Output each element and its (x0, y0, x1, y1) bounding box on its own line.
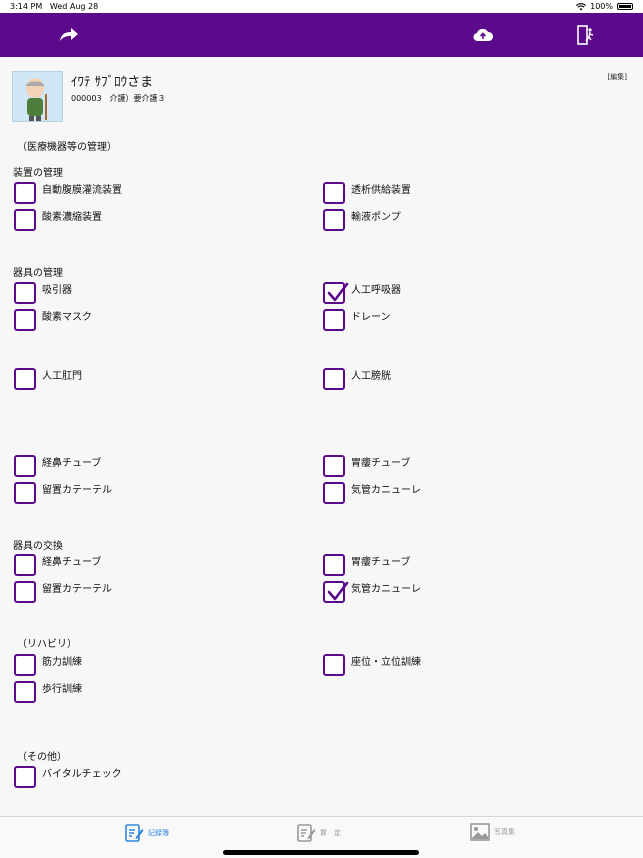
label-catheter-exchange: 留置カテーテル (42, 584, 112, 595)
label-dialysis: 透析供給装置 (351, 185, 411, 196)
checkbox-vital-check[interactable] (14, 766, 36, 788)
checkbox-dialysis[interactable] (323, 182, 345, 204)
assessment-icon (297, 824, 316, 842)
label-vital-check: バイタルチェック (42, 769, 122, 780)
checkbox-suction[interactable] (14, 282, 36, 304)
checkbox-stoma[interactable] (14, 368, 36, 390)
label-artificial-bladder: 人工膀胱 (351, 371, 391, 382)
checkbox-gastrostomy-mgmt[interactable] (323, 455, 345, 477)
status-time: 3:14 PM Wed Aug 28 (10, 2, 99, 11)
label-catheter-mgmt: 留置カテーテル (42, 485, 112, 496)
group-instrument-exchange: 器具の交換 (13, 541, 63, 552)
tab-records-label: 記録簿 (148, 829, 169, 837)
tab-records[interactable]: 記録簿 (124, 823, 169, 843)
checkbox-sitting-standing[interactable] (323, 654, 345, 676)
nav-bar (0, 13, 643, 57)
tab-photos-label: 写真集 (494, 828, 515, 836)
tab-assessment-label: 算 定 (320, 829, 341, 837)
checkbox-catheter-exchange[interactable] (14, 581, 36, 603)
group-instrument-management: 器具の管理 (13, 268, 63, 279)
label-nasogastric-exchange: 経鼻チューブ (42, 557, 102, 568)
tab-assessment[interactable]: 算 定 (296, 823, 341, 843)
label-ventilator: 人工呼吸器 (351, 285, 401, 296)
group-other: （その他） (17, 752, 67, 763)
checkmark-icon (327, 282, 349, 302)
label-walking-training: 歩行訓練 (42, 684, 82, 695)
checkbox-muscle-training[interactable] (14, 654, 36, 676)
status-right: 100% (576, 2, 633, 11)
checkbox-tracheal-mgmt[interactable] (323, 482, 345, 504)
status-bar: 3:14 PM Wed Aug 28 100% (0, 0, 643, 13)
tab-photos[interactable]: 写真集 (470, 823, 515, 841)
records-icon (125, 824, 144, 842)
checkmark-icon (327, 581, 349, 601)
label-oxygen-mask: 酸素マスク (42, 312, 92, 323)
label-stoma: 人工肛門 (42, 371, 82, 382)
photo-icon (470, 823, 490, 841)
checkbox-drain[interactable] (323, 309, 345, 331)
checkbox-gastrostomy-exchange[interactable] (323, 554, 345, 576)
section-title: （医療機器等の管理） (17, 142, 117, 153)
label-gastrostomy-exchange: 胃瘻チューブ (351, 557, 411, 568)
checkbox-oxygen-concentrator[interactable] (14, 209, 36, 231)
exit-door-icon[interactable] (575, 24, 597, 46)
label-tracheal-mgmt: 気管カニューレ (351, 485, 421, 496)
label-sitting-standing: 座位・立位訓練 (351, 657, 421, 668)
checkbox-ventilator[interactable] (323, 282, 349, 304)
checkbox-peritoneal[interactable] (14, 182, 36, 204)
cloud-upload-icon[interactable] (472, 24, 494, 46)
label-gastrostomy-mgmt: 胃瘻チューブ (351, 458, 411, 469)
checkbox-walking-training[interactable] (14, 681, 36, 703)
wifi-icon (576, 2, 587, 10)
battery-percent: 100% (590, 2, 613, 11)
checkbox-tracheal-exchange[interactable] (323, 581, 349, 603)
label-nasogastric-mgmt: 経鼻チューブ (42, 458, 102, 469)
checkbox-infusion-pump[interactable] (323, 209, 345, 231)
battery-icon (617, 3, 633, 10)
home-indicator (223, 850, 419, 855)
checkbox-nasogastric-exchange[interactable] (14, 554, 36, 576)
edit-button[interactable]: [編集] (608, 72, 627, 82)
checkbox-artificial-bladder[interactable] (323, 368, 345, 390)
avatar (12, 71, 63, 122)
label-suction: 吸引器 (42, 285, 72, 296)
label-drain: ドレーン (351, 312, 391, 323)
label-oxygen-concentrator: 酸素濃縮装置 (42, 212, 102, 223)
checkbox-oxygen-mask[interactable] (14, 309, 36, 331)
label-peritoneal: 自動腹膜灌流装置 (42, 185, 122, 196)
label-muscle-training: 筋力訓練 (42, 657, 82, 668)
label-tracheal-exchange: 気管カニューレ (351, 584, 421, 595)
group-device-management: 装置の管理 (13, 168, 63, 179)
share-arrow-icon[interactable] (58, 24, 80, 46)
patient-care-level: 000003 介護）要介護３ (71, 94, 166, 103)
label-infusion-pump: 輸液ポンプ (351, 212, 401, 223)
patient-name: ｲﾜﾃ ｻﾌﾞﾛｳさま (71, 75, 154, 90)
checkbox-catheter-mgmt[interactable] (14, 482, 36, 504)
checkbox-nasogastric-mgmt[interactable] (14, 455, 36, 477)
group-rehab: （リハビリ） (17, 639, 77, 650)
